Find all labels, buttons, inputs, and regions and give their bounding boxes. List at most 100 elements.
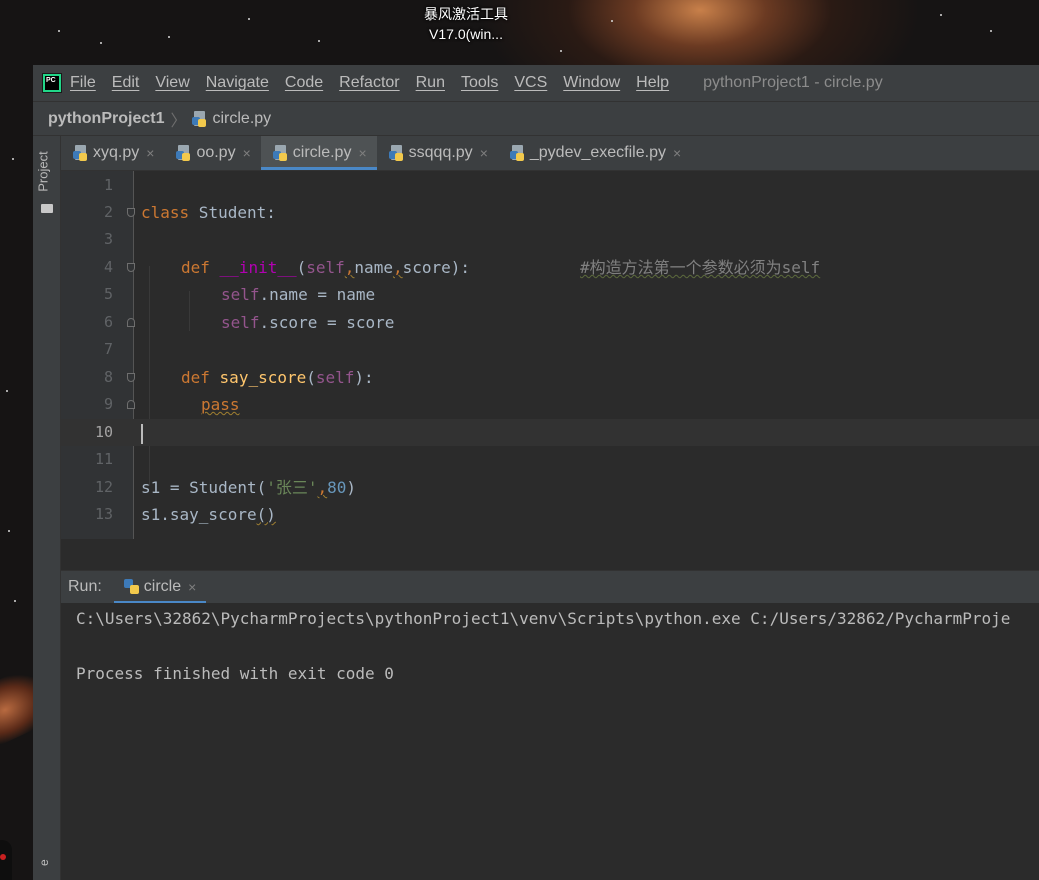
code-token: (): [256, 505, 276, 524]
project-tool-button[interactable]: Project: [36, 144, 57, 224]
code-content: def say_score(self):: [181, 364, 374, 391]
desktop-shortcut-label[interactable]: 暴风激活工具 V17.0(win...: [405, 4, 527, 44]
code-token: Student:: [189, 203, 276, 222]
close-icon[interactable]: ×: [358, 145, 366, 161]
code-content: pass: [201, 391, 240, 418]
line-number: 8: [103, 368, 113, 386]
tab-label: xyq.py: [93, 144, 140, 161]
close-icon[interactable]: ×: [243, 145, 251, 161]
code-content: [141, 419, 143, 446]
code-token: s1 = Student(: [141, 478, 267, 497]
line-number: 12: [94, 478, 113, 496]
python-file-icon: [192, 110, 208, 127]
line-number: 10: [94, 423, 113, 441]
code-token: ):: [450, 258, 471, 277]
fold-toggle-icon[interactable]: [127, 318, 135, 327]
star: [560, 50, 562, 52]
menu-window[interactable]: Window: [563, 74, 620, 92]
line-number: 9: [103, 395, 113, 413]
ide-window: PC File Edit View Navigate Code Refactor…: [33, 65, 1039, 880]
keyword: def: [181, 258, 210, 277]
console-line: C:\Users\32862\PycharmProjects\pythonPro…: [76, 609, 1011, 628]
close-icon[interactable]: ×: [480, 145, 488, 161]
code-content: self.name = name: [221, 281, 375, 308]
code-editor[interactable]: 1 2 class Student: 3 4 def __init__(self…: [61, 171, 1039, 539]
code-line: 2 class Student:: [61, 199, 1039, 226]
line-number: 6: [103, 313, 113, 331]
current-code-line: 10: [61, 419, 1039, 446]
star: [8, 530, 10, 532]
tab-oo[interactable]: oo.py ×: [164, 136, 260, 170]
python-file-icon: [73, 145, 89, 161]
code-token: .name = name: [259, 285, 376, 304]
breadcrumb-project[interactable]: pythonProject1: [48, 110, 164, 128]
star: [100, 42, 102, 44]
menu-run[interactable]: Run: [416, 74, 445, 92]
code-line: 4 def __init__(self,name,score): #构造方法第一…: [61, 254, 1039, 281]
star: [12, 158, 14, 160]
code-line: 9 pass: [61, 391, 1039, 418]
fold-toggle-icon[interactable]: [127, 373, 135, 382]
editor-tab-bar: xyq.py × oo.py × circle.py × ssqqq.py × …: [61, 136, 1039, 171]
fold-toggle-icon[interactable]: [127, 208, 135, 217]
star: [6, 390, 8, 392]
menu-navigate[interactable]: Navigate: [206, 74, 269, 92]
menu-view[interactable]: View: [155, 74, 189, 92]
bottom-tool-label[interactable]: e: [37, 859, 51, 866]
code-token: score: [402, 258, 451, 277]
number-literal: 80: [327, 478, 347, 497]
fold-toggle-icon[interactable]: [127, 263, 135, 272]
tab-circle[interactable]: circle.py ×: [260, 136, 377, 170]
tab-label: oo.py: [196, 144, 236, 161]
menu-refactor[interactable]: Refactor: [339, 74, 399, 92]
run-console-output[interactable]: C:\Users\32862\PycharmProjects\pythonPro…: [61, 603, 1039, 880]
menu-file[interactable]: File: [70, 74, 96, 92]
breadcrumb-file[interactable]: circle.py: [192, 110, 271, 128]
code-token: ,: [392, 258, 403, 277]
code-comment: #构造方法第一个参数必须为self: [580, 258, 821, 277]
star: [248, 18, 250, 20]
close-icon[interactable]: ×: [146, 145, 154, 161]
string-literal: '张三': [266, 478, 318, 497]
python-file-icon: [272, 145, 289, 161]
code-line: 7: [61, 336, 1039, 363]
desktop-shortcut-label-line1: 暴风激活工具: [424, 6, 508, 22]
code-line: 13 s1.say_score(): [61, 501, 1039, 528]
menu-help[interactable]: Help: [636, 74, 669, 92]
pycharm-logo-icon[interactable]: PC: [42, 73, 62, 93]
console-line: Process finished with exit code 0: [76, 664, 394, 683]
keyword: pass: [201, 395, 240, 414]
menu-code[interactable]: Code: [285, 74, 323, 92]
keyword: class: [141, 203, 190, 222]
tab-label: circle.py: [292, 144, 352, 161]
tab-xyq[interactable]: xyq.py ×: [61, 136, 164, 170]
breadcrumb-separator: 〉: [170, 112, 187, 130]
fold-toggle-icon[interactable]: [127, 400, 135, 409]
line-number: 11: [94, 450, 113, 468]
line-number: 3: [103, 230, 113, 248]
menu-tools[interactable]: Tools: [461, 74, 498, 92]
close-icon[interactable]: ×: [673, 145, 681, 161]
run-tab-circle[interactable]: circle ×: [113, 571, 207, 604]
line-number: 1: [103, 176, 113, 194]
folder-icon: [41, 204, 53, 213]
tab-ssqqq[interactable]: ssqqq.py ×: [377, 136, 498, 170]
desktop-figure-icon: [0, 840, 12, 880]
close-icon[interactable]: ×: [188, 579, 196, 595]
run-tab-label: circle: [143, 578, 182, 595]
menu-bar: PC File Edit View Navigate Code Refactor…: [33, 65, 1039, 101]
menu-edit[interactable]: Edit: [112, 74, 140, 92]
menu-vcs[interactable]: VCS: [514, 74, 547, 92]
code-token: ):: [354, 368, 374, 387]
python-file-icon: [388, 145, 405, 161]
star: [990, 30, 992, 32]
star: [940, 14, 942, 16]
tab-pydev-execfile[interactable]: _pydev_execfile.py ×: [498, 136, 691, 170]
tab-label: ssqqq.py: [408, 144, 473, 161]
star: [318, 40, 320, 42]
star: [611, 20, 613, 22]
self-keyword: self: [221, 285, 260, 304]
function-name: say_score: [219, 368, 307, 387]
star: [58, 30, 60, 32]
left-tool-strip: Project e: [33, 136, 61, 880]
